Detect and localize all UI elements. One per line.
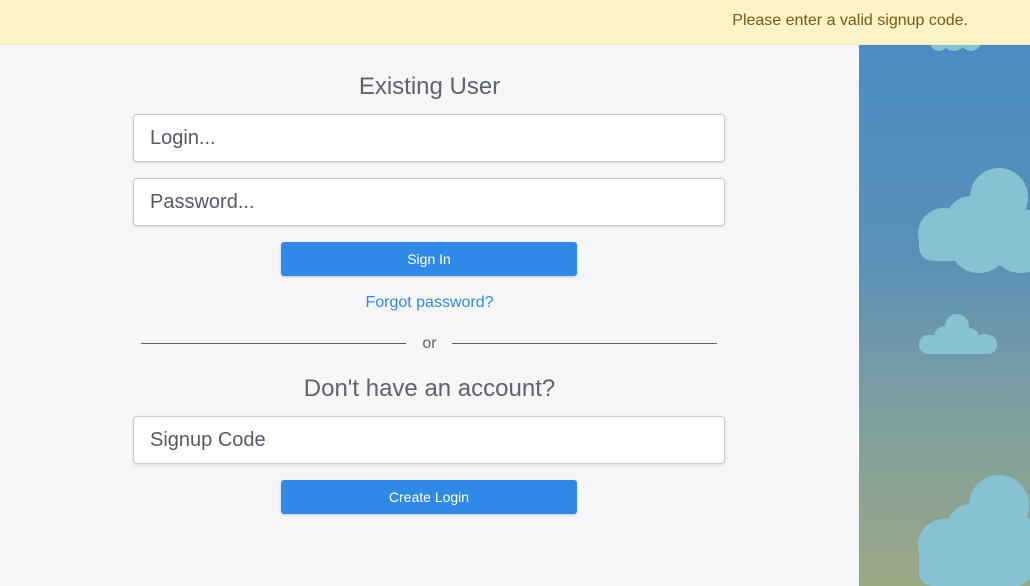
login-input[interactable] xyxy=(133,114,725,162)
divider-line-right xyxy=(452,343,717,344)
password-input[interactable] xyxy=(133,178,725,226)
divider-or: or xyxy=(422,335,437,352)
login-panel: Existing User Sign In Forgot password? o… xyxy=(0,45,859,586)
cloud-large-upper xyxy=(918,168,1030,273)
cloud-small xyxy=(919,314,997,354)
cloud-large-lower xyxy=(918,475,1030,586)
new-user-heading: Don't have an account? xyxy=(303,375,556,402)
signup-code-input[interactable] xyxy=(133,416,725,464)
cloud-top-partial xyxy=(930,45,981,51)
cloud-illustration xyxy=(918,45,1030,586)
alert-message: Please enter a valid signup code. xyxy=(732,12,968,29)
existing-user-heading: Existing User xyxy=(358,73,501,100)
forgot-password-link[interactable]: Forgot password? xyxy=(0,294,859,312)
alert-banner: Please enter a valid signup code. xyxy=(0,0,1030,45)
sky-illustration xyxy=(859,45,1030,586)
login-page: Please enter a valid signup code. Existi… xyxy=(0,0,1030,586)
sign-in-button[interactable]: Sign In xyxy=(281,242,577,276)
create-login-button[interactable]: Create Login xyxy=(281,480,577,514)
